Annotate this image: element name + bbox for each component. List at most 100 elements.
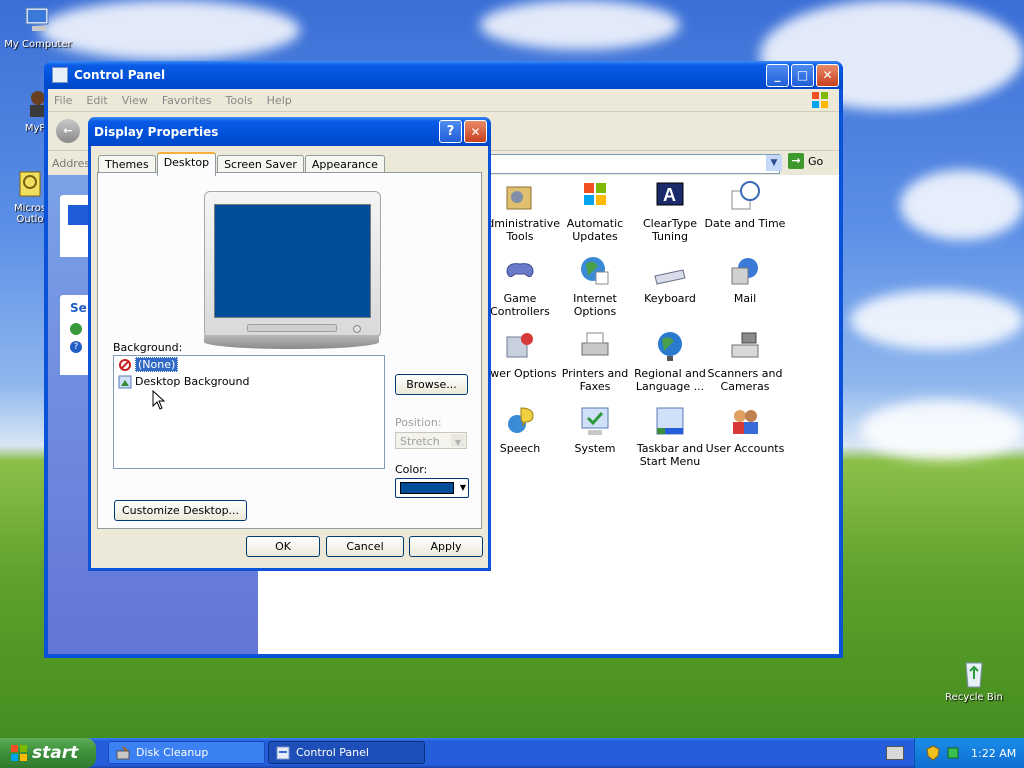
color-swatch <box>400 482 454 494</box>
list-item[interactable]: Desktop Background <box>114 373 384 390</box>
automatic-updates-icon <box>578 179 612 213</box>
background-label: Background: <box>113 341 183 354</box>
apply-button[interactable]: Apply <box>409 536 483 557</box>
position-select[interactable]: Stretch ▼ <box>395 432 467 449</box>
cp-item-mail[interactable]: Mail <box>703 254 787 305</box>
cp-item-taskbar-and-start-menu[interactable]: Taskbar and Start Menu <box>628 404 712 468</box>
taskbar-item-control-panel[interactable]: Control Panel <box>268 741 425 764</box>
menu-file[interactable]: File <box>54 94 72 107</box>
control-panel-titlebar[interactable]: Control Panel _ □ ✕ <box>44 61 843 89</box>
system-tray: 1:22 AM <box>914 738 1024 768</box>
monitor-stand <box>204 335 379 349</box>
windows-flag-icon <box>11 745 27 761</box>
cp-item-user-accounts[interactable]: User Accounts <box>703 404 787 455</box>
preview-screen <box>214 204 371 318</box>
printers-icon <box>578 329 612 363</box>
start-button[interactable]: start <box>0 738 96 768</box>
cp-item-keyboard[interactable]: Keyboard <box>628 254 712 305</box>
help-button[interactable]: ? <box>439 120 462 143</box>
back-arrow-icon[interactable]: ← <box>56 119 80 143</box>
speech-icon <box>503 404 537 438</box>
desktop-icon-my-computer[interactable]: My Computer <box>0 4 76 50</box>
menu-tools[interactable]: Tools <box>226 94 253 107</box>
cp-item-label: Keyboard <box>644 292 696 305</box>
cp-item-system[interactable]: System <box>553 404 637 455</box>
go-label: Go <box>808 154 824 168</box>
monitor-slot <box>247 324 337 332</box>
keyboard-tray-icon[interactable] <box>886 746 904 760</box>
menu-edit[interactable]: Edit <box>86 94 107 107</box>
help-icon[interactable]: ? <box>70 341 82 353</box>
svg-text:A: A <box>663 185 676 205</box>
menu-help[interactable]: Help <box>267 94 292 107</box>
cp-item-label: Taskbar and Start Menu <box>636 442 704 468</box>
cp-item-label: Internet Options <box>573 292 617 318</box>
cloud <box>40 0 300 60</box>
security-shield-icon[interactable] <box>925 745 941 761</box>
list-item[interactable]: (None) <box>114 356 384 373</box>
maximize-button[interactable]: □ <box>791 63 814 87</box>
address-field[interactable] <box>490 154 780 174</box>
cloud <box>480 0 680 50</box>
address-label: Addres <box>52 156 91 170</box>
start-label: start <box>32 743 79 763</box>
clock[interactable]: 1:22 AM <box>971 747 1016 760</box>
window-title: Control Panel <box>74 68 166 82</box>
control-panel-icon <box>52 67 68 83</box>
monitor-power-icon <box>353 325 361 333</box>
cp-item-internet-options[interactable]: Internet Options <box>553 254 637 318</box>
dialog-titlebar[interactable]: Display Properties ? ✕ <box>88 117 491 146</box>
taskbar: start Disk Cleanup Control Panel 1:22 AM <box>0 738 1024 768</box>
menu-favorites[interactable]: Favorites <box>162 94 212 107</box>
taskbar-icon <box>653 404 687 438</box>
chevron-down-icon[interactable]: ▼ <box>766 155 782 171</box>
cp-item-label: Mail <box>733 292 757 305</box>
date-time-icon <box>728 179 762 213</box>
control-panel-switch-icon[interactable] <box>68 205 88 225</box>
list-item-label: (None) <box>135 357 179 372</box>
cp-item-label: Date and Time <box>704 217 786 230</box>
cp-item-label: ClearType Tuning <box>642 217 698 243</box>
windows-flag-icon <box>811 91 829 109</box>
cp-item-cleartype-tuning[interactable]: A ClearType Tuning <box>628 179 712 243</box>
cp-item-automatic-updates[interactable]: Automatic Updates <box>553 179 637 243</box>
chevron-down-icon: ▼ <box>459 483 466 492</box>
cp-item-regional-and-language[interactable]: Regional and Language ... <box>628 329 712 393</box>
outlook-icon <box>14 168 46 200</box>
taskbar-item-label: Control Panel <box>296 746 369 759</box>
minimize-button[interactable]: _ <box>766 63 789 87</box>
dialog-body: Themes Desktop Screen Saver Appearance B… <box>91 146 488 568</box>
mouse-pointer-icon <box>152 389 166 413</box>
control-panel-icon <box>276 746 290 759</box>
windows-update-icon[interactable] <box>70 323 82 335</box>
regional-icon <box>653 329 687 363</box>
cancel-button[interactable]: Cancel <box>326 536 404 557</box>
color-picker-button[interactable]: ▼ <box>395 478 469 498</box>
cp-item-date-and-time[interactable]: Date and Time <box>703 179 787 230</box>
mail-icon <box>728 254 762 288</box>
cp-item-scanners-and-cameras[interactable]: Scanners and Cameras <box>703 329 787 393</box>
help-icon: ? <box>446 124 455 139</box>
go-button[interactable]: → Go <box>788 153 823 169</box>
network-icon[interactable] <box>945 745 961 761</box>
tab-desktop[interactable]: Desktop <box>156 152 217 176</box>
menu-view[interactable]: View <box>122 94 148 107</box>
customize-desktop-button[interactable]: Customize Desktop... <box>114 500 247 521</box>
internet-options-icon <box>578 254 612 288</box>
ok-button[interactable]: OK <box>246 536 320 557</box>
browse-button[interactable]: Browse... <box>395 374 468 395</box>
monitor-preview <box>204 191 381 338</box>
cp-item-printers-and-faxes[interactable]: Printers and Faxes <box>553 329 637 393</box>
admin-tools-icon <box>503 179 537 213</box>
taskbar-item-disk-cleanup[interactable]: Disk Cleanup <box>108 741 265 764</box>
dialog-close-button[interactable]: ✕ <box>464 120 487 143</box>
cloud <box>900 170 1024 240</box>
desktop-icon-recycle-bin[interactable]: Recycle Bin <box>936 657 1012 703</box>
chevron-down-icon: ▼ <box>451 434 465 447</box>
close-button[interactable]: ✕ <box>816 63 839 87</box>
cp-item-label: Scanners and Cameras <box>707 367 783 393</box>
cp-item-label: User Accounts <box>705 442 785 455</box>
cloud <box>860 400 1024 460</box>
desktop-icon-label: Recycle Bin <box>945 692 1003 703</box>
dialog-title: Display Properties <box>94 124 219 139</box>
